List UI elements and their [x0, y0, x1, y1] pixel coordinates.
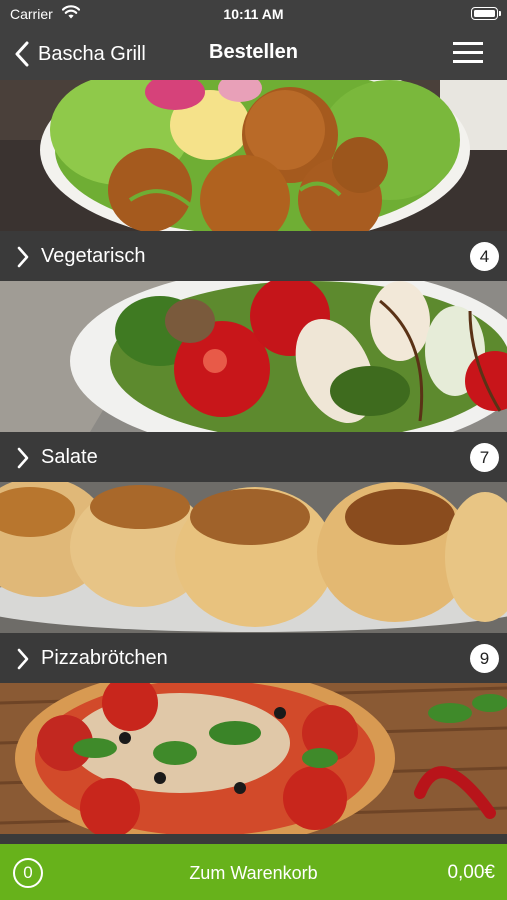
back-button[interactable]: Bascha Grill — [14, 39, 146, 69]
status-time: 10:11 AM — [223, 6, 284, 22]
category-row-pizzabroetchen[interactable]: Pizzabrötchen 9 — [0, 482, 507, 683]
item-count-badge: 7 — [470, 443, 499, 472]
category-list: Vegetarisch 4 Salate 7 Pizzabrötchen 9 — [0, 80, 507, 844]
category-image-pizza-rolls — [0, 482, 507, 633]
category-bar: Pizzabrötchen 9 — [0, 633, 507, 683]
chevron-right-icon — [17, 447, 29, 469]
hamburger-menu-icon[interactable] — [453, 40, 485, 66]
status-bar: Carrier 10:11 AM — [0, 0, 507, 28]
cart-button[interactable]: 0 Zum Warenkorb 0,00€ — [0, 844, 507, 900]
cart-total: 0,00€ — [447, 862, 495, 883]
category-name: Salate — [41, 446, 98, 468]
battery-icon — [471, 7, 501, 20]
category-bar — [0, 834, 507, 844]
category-name: Vegetarisch — [41, 245, 146, 267]
category-image-pizza — [0, 683, 507, 834]
chevron-left-icon — [15, 41, 29, 67]
category-image-salad — [0, 281, 507, 432]
chevron-right-icon — [17, 648, 29, 670]
category-name: Pizzabrötchen — [41, 647, 168, 669]
navigation-bar: Bascha Grill Bestellen — [0, 28, 507, 80]
category-row-pizza[interactable] — [0, 683, 507, 844]
category-row-vegetarisch[interactable]: Vegetarisch 4 — [0, 80, 507, 281]
cart-button-label: Zum Warenkorb — [189, 863, 318, 883]
back-button-label: Bascha Grill — [38, 42, 146, 65]
category-image-falafel — [0, 80, 507, 231]
cart-count-badge: 0 — [13, 858, 43, 888]
category-row-salate[interactable]: Salate 7 — [0, 281, 507, 482]
chevron-right-icon — [17, 246, 29, 268]
category-bar: Salate 7 — [0, 432, 507, 482]
item-count-badge: 4 — [470, 242, 499, 271]
item-count-badge: 9 — [470, 644, 499, 673]
category-bar: Vegetarisch 4 — [0, 231, 507, 281]
